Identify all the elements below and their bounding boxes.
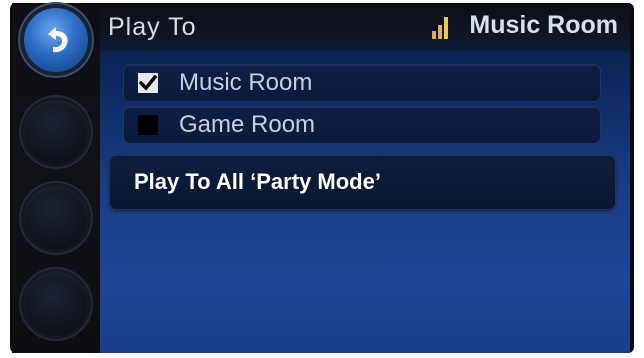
checkbox-unchecked[interactable] (138, 115, 158, 135)
room-option-music-room[interactable]: Music Room (124, 65, 600, 101)
room-option-label: Music Room (179, 69, 313, 96)
party-mode-label: Play To All ‘Party Mode’ (134, 169, 381, 194)
party-mode-button[interactable]: Play To All ‘Party Mode’ (110, 155, 615, 209)
room-option-label: Game Room (179, 111, 316, 138)
room-option-game-room[interactable]: Game Room (124, 107, 600, 143)
back-arrow-icon (48, 27, 68, 53)
side-button-3[interactable] (24, 272, 88, 336)
main-screen: Play To Music Room Music Room Game Room … (100, 3, 630, 353)
back-button[interactable] (24, 8, 88, 72)
checkmark-icon (139, 75, 157, 91)
device-frame: Play To Music Room Music Room Game Room … (0, 0, 644, 358)
title-bar: Play To Music Room (100, 3, 630, 51)
side-button-1[interactable] (24, 100, 88, 164)
signal-strength-icon (432, 14, 452, 39)
current-room-label: Music Room (469, 11, 618, 39)
checkbox-checked[interactable] (138, 73, 158, 93)
page-title: Play To (108, 13, 197, 41)
side-button-2[interactable] (24, 186, 88, 250)
